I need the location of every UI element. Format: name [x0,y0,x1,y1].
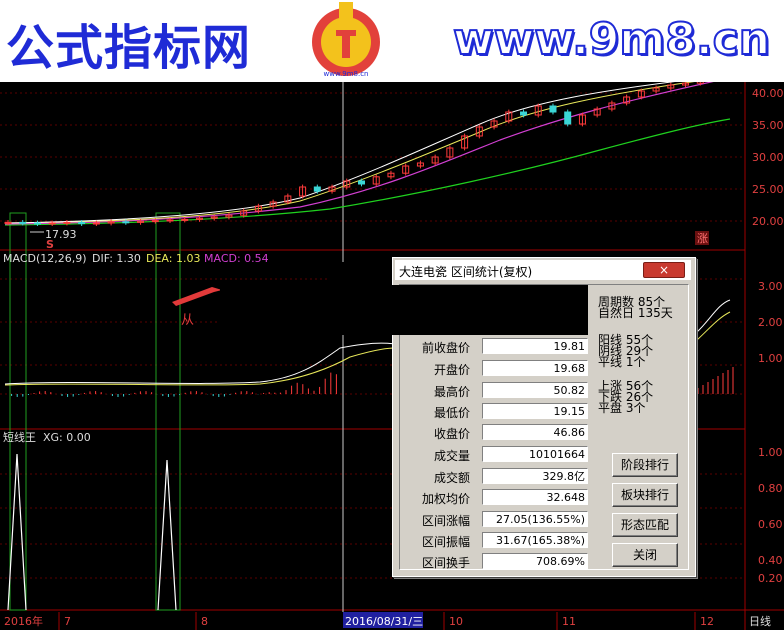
stat-label: 区间涨幅 [421,514,470,528]
dialog-titlebar[interactable]: 大连电瓷 区间统计(复权) × [395,260,691,280]
redacted-area [330,262,394,286]
macd-value: MACD: 0.54 [204,252,269,265]
site-banner: 公式指标网 www.9m8.cn www.9m8.cn [0,0,784,82]
stat-value: 27.05(136.55%) [482,511,588,527]
candle-body [92,222,100,225]
candle-body [33,222,41,225]
candle-body [48,222,56,225]
timeline-year: 2016年 [4,614,43,628]
stat-label: 收盘价 [433,427,470,441]
candle-body [4,221,12,224]
sell-marker: S [46,238,54,251]
close-button[interactable]: 关闭 [612,543,678,567]
banner-left-title: 公式指标网 [6,20,252,76]
stage-rank-button[interactable]: 阶段排行 [612,453,678,477]
dialog-title: 大连电瓷 区间统计(复权) [399,265,533,279]
timeline-month: 10 [449,615,463,628]
stat-value: 10101664 [482,446,588,462]
candle-body [564,111,572,125]
macd-axis-tick: 2.00 [758,316,783,329]
macd-axis-tick: 1.00 [758,352,783,365]
pattern-match-button[interactable]: 形态匹配 [612,513,678,537]
stat-value: 329.8亿 [482,468,588,484]
stat-value: 50.82 [482,382,588,398]
period-label[interactable]: 日线 [749,614,771,628]
candle-body [520,111,528,116]
stat-label: 成交额 [433,471,470,485]
cursor-date: 2016/08/31/三 [345,615,423,628]
timeline-month: 11 [562,615,576,628]
stat-value: 19.81 [482,338,588,354]
sector-rank-button[interactable]: 板块排行 [612,483,678,507]
stat-value: 46.86 [482,424,588,440]
macd-dea: DEA: 1.03 [146,252,200,265]
stat-label: 开盘价 [433,363,470,377]
candle-body [151,220,159,223]
stat-value: 32.648 [482,489,588,505]
dialog-close-button[interactable]: × [643,262,685,278]
price-axis-tick: 25.00 [752,183,784,196]
timeline-month: 8 [201,615,208,628]
candle-body [166,219,174,222]
stat-label: 最高价 [433,385,470,399]
candle-body [63,221,71,224]
redacted-area [220,285,588,335]
flat-line-count: 平线 1个 [598,355,646,369]
xg-axis-tick: 0.80 [758,482,783,495]
stat-label: 加权均价 [421,492,470,506]
macd-name: MACD(12,26,9) [3,252,87,265]
price-axis-tick: 30.00 [752,151,784,164]
stat-value: 19.68 [482,360,588,376]
macd-axis-tick: 3.00 [758,280,783,293]
candle-series [4,82,704,226]
stat-label: 最低价 [433,406,470,420]
price-axis-tick: 35.00 [752,119,784,132]
timeline-month: 7 [64,615,71,628]
banner-right-url: www.9m8.cn [452,13,771,66]
candle-body [19,221,27,224]
stat-label: 成交量 [433,449,470,463]
candle-body [313,186,321,192]
logo-url-text: www.9m8.cn [324,70,369,78]
xg-axis-tick: 1.00 [758,446,783,459]
xg-name: 短线王 [3,430,36,444]
stat-value: 31.67(165.38%) [482,532,588,548]
candle-body [181,218,189,221]
stat-label: 区间振幅 [421,535,470,549]
cong-marker: 从 [181,313,194,328]
macd-dif: DIF: 1.30 [92,252,141,265]
rise-marker: 涨 [697,232,708,245]
flat-count: 平盘 3个 [598,401,646,415]
site-logo-icon: www.9m8.cn [312,2,380,78]
candle-body [78,221,86,225]
xg-axis-tick: 0.40 [758,554,783,567]
stat-value: 19.15 [482,403,588,419]
stat-label: 前收盘价 [421,341,470,355]
candle-body [122,221,130,224]
price-axis-tick: 40.00 [752,87,784,100]
stat-value: 708.69% [482,553,588,569]
candle-body [549,105,557,113]
natural-days: 自然日 135天 [598,306,673,320]
price-axis-tick: 20.00 [752,215,784,228]
xg-axis-tick: 0.20 [758,572,783,585]
candle-body [358,180,365,185]
xg-value: XG: 0.00 [43,431,91,444]
xg-axis-tick: 0.60 [758,518,783,531]
stat-label: 区间换手 [421,556,470,570]
timeline-month: 12 [700,615,714,628]
